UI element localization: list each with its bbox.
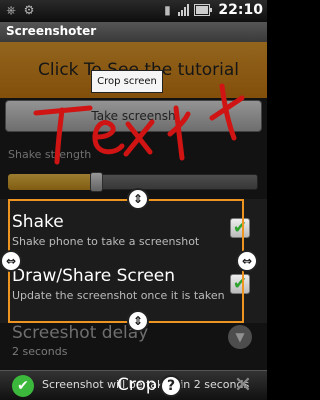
crop-handle-left[interactable]: ⇔ bbox=[0, 250, 22, 272]
main-screen: Click To See the tutorial Take screensh … bbox=[0, 42, 267, 370]
system-icons: ▮ 22:10 bbox=[160, 2, 263, 18]
app-title: Screenshoter bbox=[6, 24, 97, 38]
ok-button[interactable]: ✔ bbox=[12, 375, 34, 397]
crop-label: Crop bbox=[117, 375, 157, 395]
clock: 22:10 bbox=[218, 2, 263, 18]
status-bar: ⎈ ⚙ ▮ 22:10 bbox=[0, 0, 267, 22]
usb-icon: ⎈ bbox=[6, 3, 16, 17]
bottom-toolbar: Screenshot will be taken in 2 seconds ✔ … bbox=[0, 370, 267, 400]
debug-icon: ⚙ bbox=[23, 3, 35, 17]
signal-icon bbox=[178, 4, 190, 16]
crop-handle-bottom[interactable]: ⇕ bbox=[127, 310, 149, 332]
notification-icons: ⎈ ⚙ bbox=[4, 3, 36, 18]
app-title-bar: Screenshoter bbox=[0, 22, 267, 42]
battery-icon bbox=[194, 4, 213, 16]
handdrawn-text-drawing bbox=[33, 83, 245, 165]
close-button[interactable]: ✕ bbox=[232, 375, 254, 397]
crop-screen-tooltip: Crop screen bbox=[91, 70, 163, 93]
help-button[interactable]: ? bbox=[160, 375, 182, 397]
crop-handle-right[interactable]: ⇔ bbox=[236, 250, 258, 272]
crop-rectangle[interactable] bbox=[8, 199, 244, 323]
sd-card-icon: ▮ bbox=[164, 2, 171, 17]
